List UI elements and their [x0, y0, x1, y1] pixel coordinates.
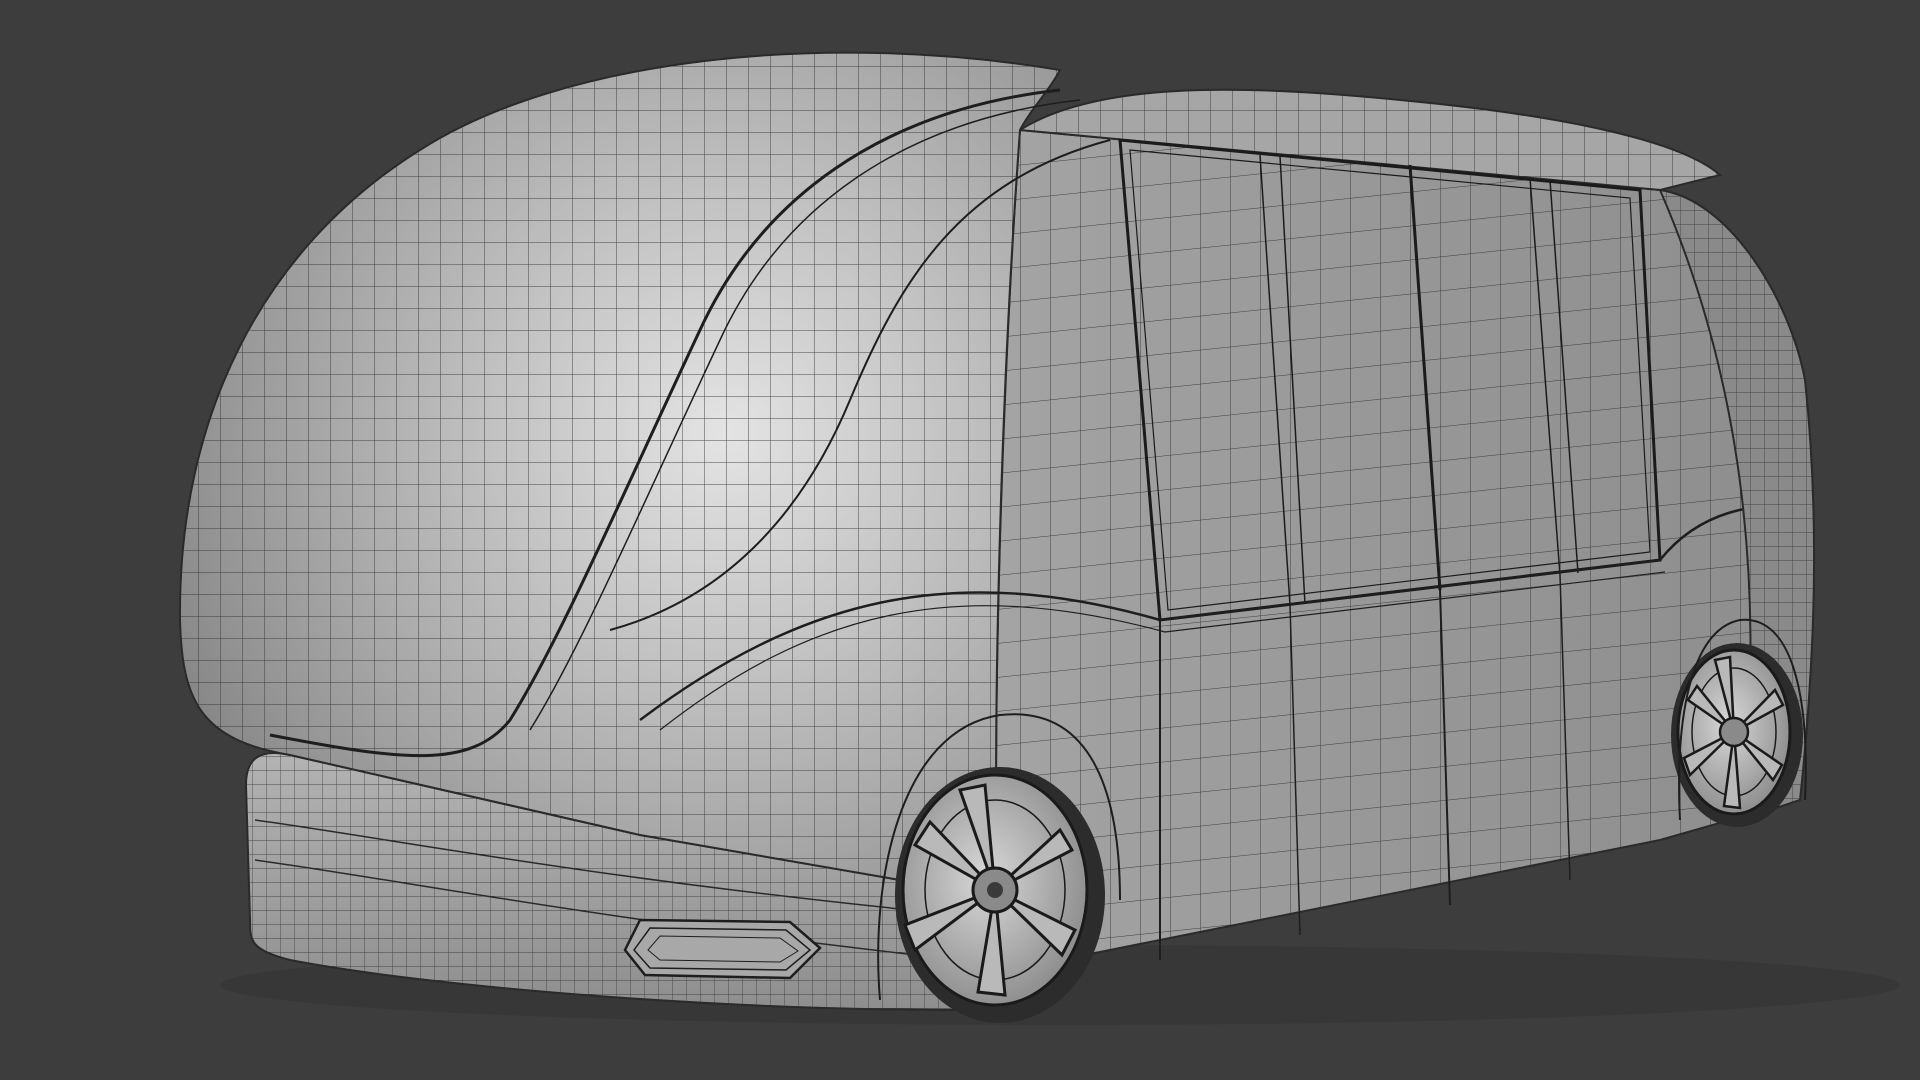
shuttle-wireframe-render[interactable]	[0, 0, 1920, 1080]
front-wheel	[895, 767, 1105, 1023]
front-sensor-badge	[623, 918, 822, 980]
3d-viewport[interactable]	[0, 0, 1920, 1080]
rear-wheel	[1671, 643, 1803, 827]
